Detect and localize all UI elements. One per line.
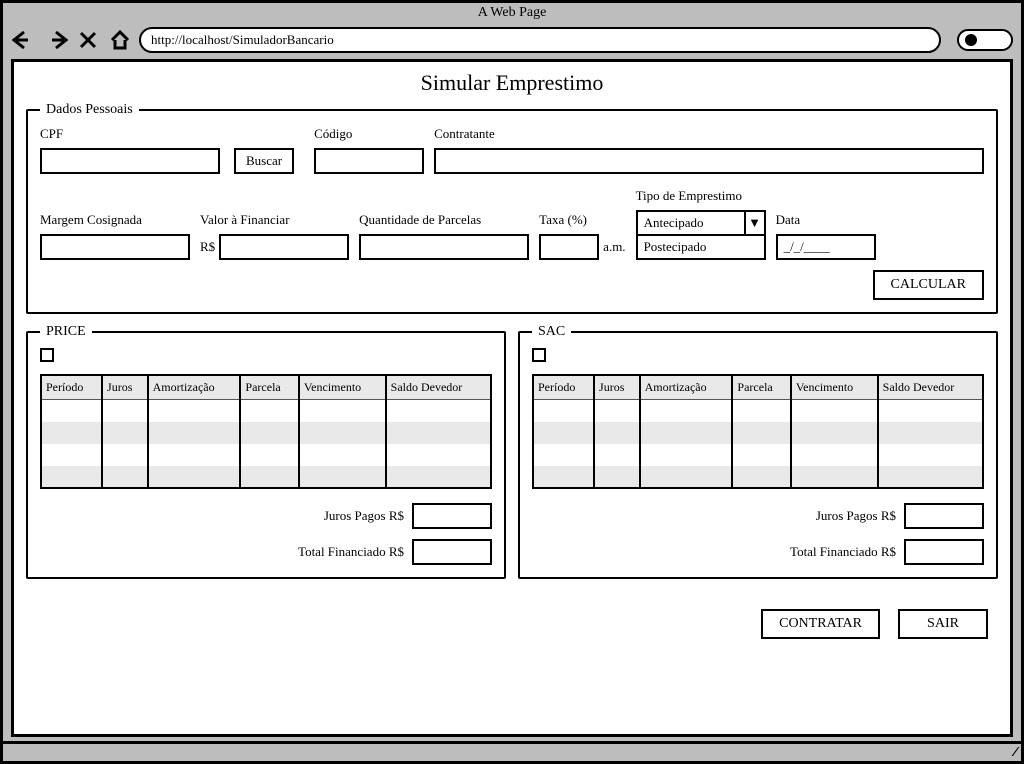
tipo-emprestimo-select[interactable]: Antecipado ▼ Postecipado bbox=[636, 210, 766, 260]
col-parcela: Parcela bbox=[240, 375, 298, 400]
zoom-control[interactable] bbox=[957, 29, 1013, 51]
contratar-button[interactable]: CONTRATAR bbox=[761, 609, 880, 639]
tipo-option-postecipado[interactable]: Postecipado bbox=[638, 236, 764, 258]
calcular-button[interactable]: CALCULAR bbox=[873, 270, 984, 300]
sac-juros-pagos-value[interactable] bbox=[904, 503, 984, 529]
tipo-selected: Antecipado bbox=[638, 215, 744, 231]
sac-legend: SAC bbox=[532, 324, 571, 340]
valor-label: Valor à Financiar bbox=[200, 212, 349, 228]
col-venc: Vencimento bbox=[791, 375, 878, 400]
col-venc: Vencimento bbox=[299, 375, 386, 400]
col-juros: Juros bbox=[594, 375, 640, 400]
col-periodo: Período bbox=[41, 375, 102, 400]
table-row bbox=[533, 422, 983, 444]
contratante-input[interactable] bbox=[434, 148, 984, 174]
tipo-dropdown: Postecipado bbox=[636, 236, 766, 260]
valor-input[interactable] bbox=[219, 234, 349, 260]
sac-group: SAC Período Juros Amortização Parcela Ve… bbox=[518, 324, 998, 579]
page-title: Simular Emprestimo bbox=[26, 70, 998, 96]
sac-table: Período Juros Amortização Parcela Vencim… bbox=[532, 374, 984, 489]
margem-input[interactable] bbox=[40, 234, 190, 260]
sac-checkbox[interactable] bbox=[532, 348, 546, 362]
price-table: Período Juros Amortização Parcela Vencim… bbox=[40, 374, 492, 489]
contratante-label: Contratante bbox=[434, 126, 984, 142]
col-amort: Amortização bbox=[640, 375, 733, 400]
price-checkbox[interactable] bbox=[40, 348, 54, 362]
taxa-suffix: a.m. bbox=[603, 239, 625, 255]
resize-grip-icon[interactable]: ⁄⁄⁄ bbox=[1014, 744, 1015, 761]
sac-juros-pagos-label: Juros Pagos R$ bbox=[816, 508, 896, 524]
col-juros: Juros bbox=[102, 375, 148, 400]
back-icon[interactable] bbox=[11, 27, 37, 53]
status-bar: ⁄⁄⁄ bbox=[3, 741, 1021, 761]
col-amort: Amortização bbox=[148, 375, 241, 400]
price-juros-pagos-value[interactable] bbox=[412, 503, 492, 529]
page-canvas: Simular Emprestimo Dados Pessoais CPF Bu… bbox=[11, 59, 1013, 737]
price-juros-pagos-label: Juros Pagos R$ bbox=[324, 508, 404, 524]
price-total-fin-value[interactable] bbox=[412, 539, 492, 565]
col-periodo: Período bbox=[533, 375, 594, 400]
table-row bbox=[41, 466, 491, 488]
table-row bbox=[533, 466, 983, 488]
data-placeholder: _/_/____ bbox=[784, 239, 830, 255]
table-row bbox=[533, 444, 983, 466]
tipo-emprestimo-label: Tipo de Emprestimo bbox=[636, 188, 766, 204]
chevron-down-icon: ▼ bbox=[744, 212, 764, 234]
data-label: Data bbox=[776, 212, 876, 228]
table-row bbox=[533, 400, 983, 422]
home-icon[interactable] bbox=[107, 27, 133, 53]
dados-legend: Dados Pessoais bbox=[40, 102, 139, 118]
url-text: http://localhost/SimuladorBancario bbox=[151, 32, 334, 48]
browser-window: A Web Page http://localhost/SimuladorBan… bbox=[0, 0, 1024, 764]
col-parcela: Parcela bbox=[732, 375, 790, 400]
sac-total-fin-value[interactable] bbox=[904, 539, 984, 565]
price-legend: PRICE bbox=[40, 324, 92, 340]
sair-button[interactable]: SAIR bbox=[898, 609, 988, 639]
window-title: A Web Page bbox=[3, 3, 1021, 23]
taxa-label: Taxa (%) bbox=[539, 212, 625, 228]
magnifier-icon bbox=[965, 34, 977, 46]
cpf-input[interactable] bbox=[40, 148, 220, 174]
taxa-input[interactable] bbox=[539, 234, 599, 260]
table-row bbox=[41, 400, 491, 422]
codigo-label: Código bbox=[314, 126, 424, 142]
price-group: PRICE Período Juros Amortização Parcela … bbox=[26, 324, 506, 579]
qtd-parcelas-label: Quantidade de Parcelas bbox=[359, 212, 529, 228]
valor-prefix: R$ bbox=[200, 239, 215, 255]
url-bar[interactable]: http://localhost/SimuladorBancario bbox=[139, 27, 941, 53]
qtd-parcelas-input[interactable] bbox=[359, 234, 529, 260]
col-saldo: Saldo Devedor bbox=[878, 375, 983, 400]
table-row bbox=[41, 422, 491, 444]
stop-icon[interactable] bbox=[75, 27, 101, 53]
col-saldo: Saldo Devedor bbox=[386, 375, 491, 400]
buscar-button[interactable]: Buscar bbox=[234, 148, 294, 174]
cpf-label: CPF bbox=[40, 126, 294, 142]
sac-total-fin-label: Total Financiado R$ bbox=[790, 544, 896, 560]
forward-icon[interactable] bbox=[43, 27, 69, 53]
codigo-input[interactable] bbox=[314, 148, 424, 174]
dados-pessoais-group: Dados Pessoais CPF Buscar Código Contrat… bbox=[26, 102, 998, 314]
table-row bbox=[41, 444, 491, 466]
data-input[interactable]: _/_/____ bbox=[776, 234, 876, 260]
browser-toolbar: http://localhost/SimuladorBancario bbox=[3, 23, 1021, 59]
price-total-fin-label: Total Financiado R$ bbox=[298, 544, 404, 560]
margem-label: Margem Cosignada bbox=[40, 212, 190, 228]
